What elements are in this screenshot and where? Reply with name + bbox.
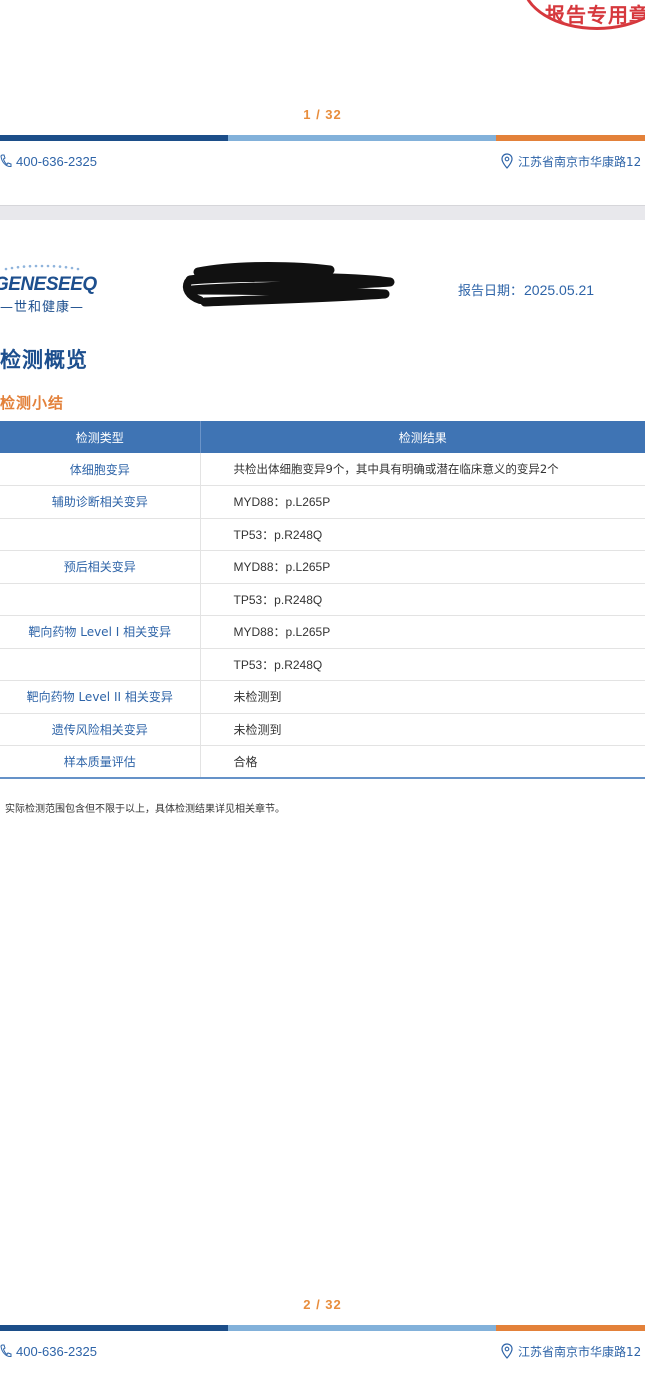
cell-type: 靶向药物 Level I 相关变异 (0, 615, 201, 649)
logo-dots-graphic (4, 264, 80, 271)
phone-icon (0, 154, 12, 168)
cell-result: 未检测到 (200, 680, 645, 714)
cell-result: 未检测到 (200, 713, 645, 746)
subsection-title: 检测小结 (0, 394, 65, 412)
report-date-value: 2025.05.21 (524, 282, 595, 298)
section-title: 检测概览 (0, 348, 88, 372)
report-page-1: 报告专用章 1 / 32 400-636-2325 江苏省南京市华康路12 (0, 0, 645, 206)
address-text: 江苏省南京市华康路12 (518, 154, 642, 169)
table-row: 预后相关变异 MYD88：p.L265P (0, 550, 645, 584)
report-date: 报告日期：2025.05.21 (458, 280, 594, 299)
cell-type (0, 518, 201, 551)
cell-type: 遗传风险相关变异 (0, 713, 201, 746)
phone-number: 400-636-2325 (16, 153, 97, 169)
page-number: 2 / 32 (303, 1297, 342, 1312)
table-row: 体细胞变异 共检出体细胞变异9个，其中具有明确或潜在临床意义的变异2个 (0, 453, 645, 486)
cell-result: MYD88：p.L265P (200, 550, 645, 584)
phone-number: 400-636-2325 (16, 1343, 97, 1359)
header-test-result: 检测结果 (200, 421, 645, 453)
official-seal: 报告专用章 (522, 0, 645, 30)
logo-subtitle: —世和健康— (0, 300, 85, 315)
report-date-label: 报告日期： (458, 284, 524, 299)
cell-result: MYD88：p.L265P (200, 485, 645, 519)
cell-result: TP53：p.R248Q (200, 583, 645, 616)
table-row: TP53：p.R248Q (0, 648, 645, 681)
table-row: 遗传风险相关变异 未检测到 (0, 713, 645, 746)
table-row: 样本质量评估 合格 (0, 745, 645, 779)
cell-result: 共检出体细胞变异9个，其中具有明确或潜在临床意义的变异2个 (200, 453, 645, 486)
summary-table: 检测类型 检测结果 体细胞变异 共检出体细胞变异9个，其中具有明确或潜在临床意义… (0, 421, 645, 779)
footer-color-stripe (0, 135, 645, 141)
footer-address: 江苏省南京市华康路12 (501, 152, 641, 170)
cell-type: 靶向药物 Level II 相关变异 (0, 680, 201, 714)
phone-icon (0, 1344, 12, 1358)
cell-result: 合格 (200, 745, 645, 779)
cell-type (0, 583, 201, 616)
table-row: 靶向药物 Level I 相关变异 MYD88：p.L265P (0, 615, 645, 649)
page-number: 1 / 32 (303, 107, 342, 122)
footer-phone: 400-636-2325 (0, 152, 97, 170)
cell-type (0, 648, 201, 681)
header-test-type: 检测类型 (0, 421, 201, 453)
table-row: TP53：p.R248Q (0, 583, 645, 616)
cell-type: 体细胞变异 (0, 453, 201, 486)
location-pin-icon (501, 1343, 513, 1359)
table-row: 靶向药物 Level II 相关变异 未检测到 (0, 680, 645, 714)
location-pin-icon (501, 153, 513, 169)
footer-color-stripe (0, 1325, 645, 1331)
table-row: 辅助诊断相关变异 MYD88：p.L265P (0, 485, 645, 519)
footnote: 实际检测范围包含但不限于以上，具体检测结果详见相关章节。 (5, 804, 285, 815)
cell-type: 辅助诊断相关变异 (0, 485, 201, 519)
cell-result: TP53：p.R248Q (200, 518, 645, 551)
table-header-row: 检测类型 检测结果 (0, 421, 645, 453)
cell-result: TP53：p.R248Q (200, 648, 645, 681)
cell-result: MYD88：p.L265P (200, 615, 645, 649)
company-logo: GENESEEQ —世和健康— (0, 264, 97, 315)
footer-address: 江苏省南京市华康路12 (501, 1342, 641, 1360)
redaction-scribble (182, 262, 395, 307)
seal-text: 报告专用章 (545, 3, 645, 27)
cell-type: 预后相关变异 (0, 550, 201, 584)
logo-wordmark: GENESEEQ (0, 274, 97, 295)
page-separator (0, 205, 645, 221)
cell-type: 样本质量评估 (0, 745, 201, 779)
footer-phone: 400-636-2325 (0, 1342, 97, 1360)
table-row: TP53：p.R248Q (0, 518, 645, 551)
address-text: 江苏省南京市华康路12 (518, 1344, 642, 1359)
report-page-2: GENESEEQ —世和健康— 报告日期：2025.05.21 检测概览 检测小… (0, 220, 645, 1396)
